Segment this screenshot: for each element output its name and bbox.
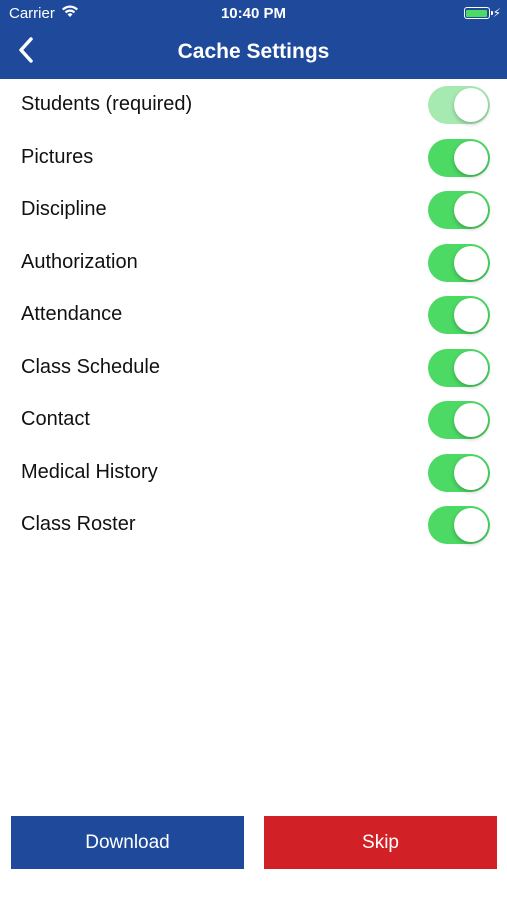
setting-label: Class Schedule <box>21 355 160 378</box>
navigation-bar: Carrier 10:40 PM ⚡ Cache Settings <box>0 0 507 79</box>
battery-icon <box>463 7 493 19</box>
toggle-knob <box>454 298 488 332</box>
setting-row-authorization: Authorization <box>0 237 507 290</box>
download-button[interactable]: Download <box>11 816 244 869</box>
setting-row-class-roster: Class Roster <box>0 499 507 552</box>
setting-label: Contact <box>21 408 90 430</box>
setting-label: Attendance <box>21 303 123 325</box>
setting-row-attendance: Attendance <box>0 289 507 342</box>
cache-settings-list: Students (required) Pictures Discipline … <box>0 79 507 552</box>
toggle-pictures[interactable] <box>428 138 490 177</box>
setting-row-contact: Contact <box>0 394 507 447</box>
toggle-knob <box>454 350 488 385</box>
skip-button[interactable]: Skip <box>264 816 497 869</box>
status-time: 10:40 PM <box>220 5 287 22</box>
toggle-knob <box>454 403 488 437</box>
setting-label: Authorization <box>21 250 138 273</box>
toggle-knob <box>454 88 488 122</box>
toggle-knob <box>454 193 488 227</box>
setting-row-medical-history: Medical History <box>0 447 507 500</box>
toggle-students <box>428 86 490 124</box>
setting-row-class-schedule: Class Schedule <box>0 342 507 395</box>
toggle-class-schedule[interactable] <box>428 348 490 387</box>
toggle-class-roster[interactable] <box>428 506 490 544</box>
setting-label: Pictures <box>21 145 94 168</box>
page-title: Cache Settings <box>177 40 330 63</box>
setting-label: Class Roster <box>21 513 136 535</box>
setting-row-students: Students (required) <box>0 79 507 132</box>
battery-group: ⚡ <box>463 6 501 20</box>
setting-label: Students (required) <box>21 93 193 115</box>
toggle-medical-history[interactable] <box>428 453 490 492</box>
toggle-authorization[interactable] <box>428 243 490 282</box>
toggle-knob <box>454 245 488 280</box>
toggle-knob <box>454 455 488 490</box>
toggle-discipline[interactable] <box>428 191 490 229</box>
charging-icon: ⚡ <box>492 6 501 20</box>
toggle-knob <box>454 508 488 542</box>
toggle-knob <box>454 140 488 175</box>
setting-row-discipline: Discipline <box>0 184 507 237</box>
status-bar: Carrier 10:40 PM ⚡ <box>0 0 507 28</box>
setting-label: Medical History <box>21 460 158 483</box>
toggle-contact[interactable] <box>428 401 490 439</box>
setting-label: Discipline <box>21 198 107 220</box>
setting-row-pictures: Pictures <box>0 132 507 185</box>
toggle-attendance[interactable] <box>428 296 490 334</box>
